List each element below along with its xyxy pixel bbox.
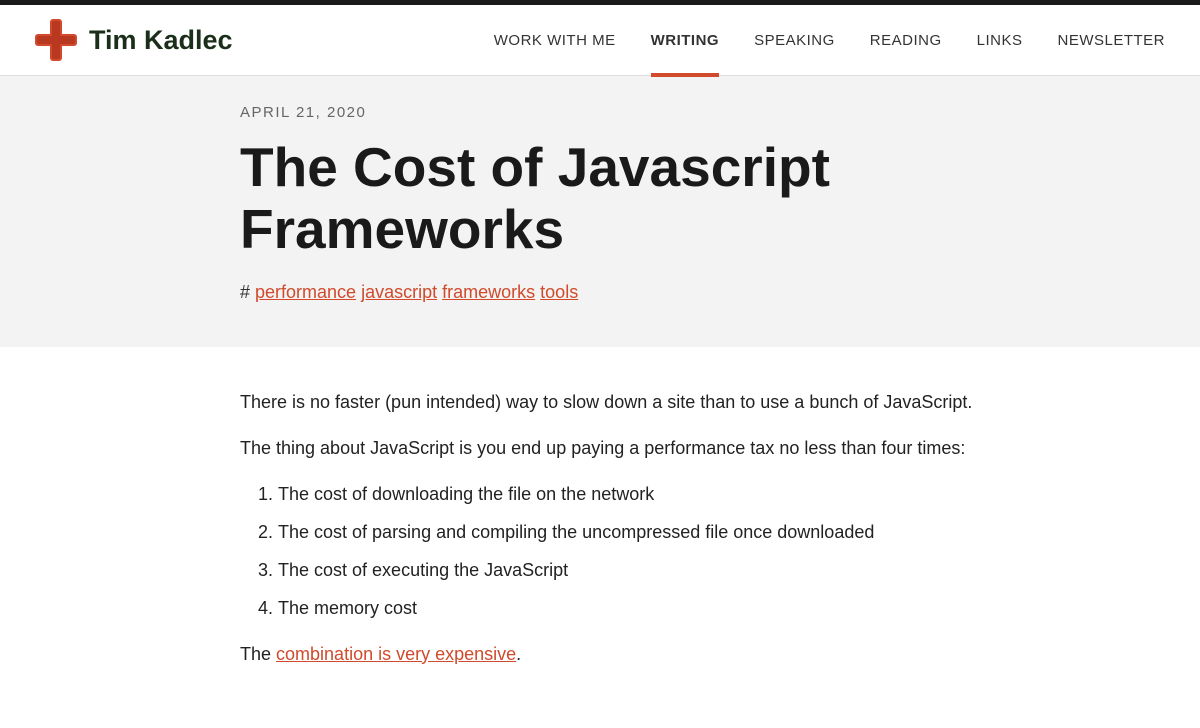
site-header: Tim Kadlec WORK WITH ME WRITING SPEAKING… [0, 5, 1200, 76]
intro-paragraph-2: The thing about JavaScript is you end up… [240, 435, 1000, 463]
nav-speaking[interactable]: SPEAKING [754, 32, 835, 77]
tag-performance[interactable]: performance [255, 282, 356, 302]
nav-work-with-me[interactable]: WORK WITH ME [494, 32, 616, 77]
closing-suffix: . [516, 644, 521, 664]
nav-newsletter[interactable]: NEWSLETTER [1057, 32, 1165, 77]
site-title: Tim Kadlec [89, 25, 233, 56]
list-item: The memory cost [278, 595, 1000, 623]
tags-row: # performance javascript frameworks tool… [240, 282, 1000, 303]
closing-prefix: The [240, 644, 276, 664]
main-nav: WORK WITH ME WRITING SPEAKING READING LI… [494, 32, 1165, 49]
list-item: The cost of parsing and compiling the un… [278, 519, 1000, 547]
article-hero: APRIL 21, 2020 The Cost of Javascript Fr… [0, 76, 1200, 347]
tag-tools[interactable]: tools [540, 282, 578, 302]
combination-link[interactable]: combination is very expensive [276, 644, 516, 664]
tag-javascript[interactable]: javascript [361, 282, 437, 302]
cost-list: The cost of downloading the file on the … [278, 481, 1000, 623]
logo-container[interactable]: Tim Kadlec [35, 19, 233, 61]
nav-writing[interactable]: WRITING [651, 32, 720, 77]
article-title: The Cost of Javascript Frameworks [240, 137, 1000, 260]
tag-prefix: # [240, 282, 255, 302]
list-item: The cost of downloading the file on the … [278, 481, 1000, 509]
article-date: APRIL 21, 2020 [240, 104, 1000, 121]
tag-frameworks[interactable]: frameworks [442, 282, 535, 302]
nav-reading[interactable]: READING [870, 32, 942, 77]
article-body: There is no faster (pun intended) way to… [0, 347, 1200, 728]
closing-paragraph: The combination is very expensive. [240, 641, 1000, 669]
plus-logo-icon [35, 19, 77, 61]
nav-links[interactable]: LINKS [977, 32, 1023, 77]
list-item: The cost of executing the JavaScript [278, 557, 1000, 585]
intro-paragraph-1: There is no faster (pun intended) way to… [240, 389, 1000, 417]
